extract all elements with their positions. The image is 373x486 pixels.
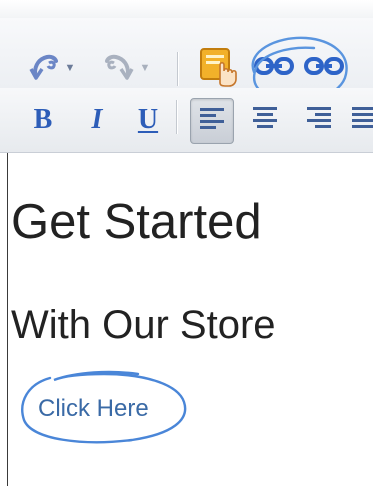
underline-label: U (137, 104, 159, 135)
link-button[interactable] (252, 51, 296, 85)
align-center-button[interactable] (244, 98, 286, 142)
unlink-button[interactable] (302, 51, 346, 85)
toolbar-separator (176, 100, 177, 134)
chevron-down-icon[interactable]: ▼ (140, 62, 151, 74)
align-center-icon (251, 105, 279, 136)
toolbar-row-1: ▼ ▼ (0, 18, 373, 103)
click-here-link[interactable]: Click Here (38, 397, 149, 421)
unlink-icon (304, 55, 344, 82)
align-justify-button[interactable] (350, 98, 373, 142)
insert-link-button[interactable] (195, 44, 247, 92)
link-icon (254, 55, 294, 82)
underline-button[interactable]: U (130, 103, 166, 137)
chevron-down-icon[interactable]: ▼ (65, 62, 76, 74)
align-left-button[interactable] (190, 98, 234, 144)
undo-button[interactable]: ▼ (20, 48, 82, 88)
align-right-button[interactable] (298, 98, 340, 142)
align-justify-icon (350, 105, 373, 136)
italic-label: I (91, 104, 103, 135)
rich-text-editor: ▼ ▼ B I U Get Started With Our Store Cli… (0, 0, 373, 486)
toolbar-separator (177, 52, 178, 86)
bold-button[interactable]: B (26, 103, 60, 137)
redo-icon (102, 51, 136, 86)
redo-button[interactable]: ▼ (95, 48, 157, 88)
content-left-border (7, 153, 8, 486)
content-subheading: With Our Store (11, 303, 276, 347)
undo-icon (27, 51, 61, 86)
align-left-icon (198, 106, 226, 137)
italic-button[interactable]: I (80, 103, 114, 137)
content-heading: Get Started (11, 195, 262, 249)
insert-link-hand-icon (198, 45, 244, 92)
bold-label: B (33, 104, 53, 135)
align-right-icon (305, 105, 333, 136)
